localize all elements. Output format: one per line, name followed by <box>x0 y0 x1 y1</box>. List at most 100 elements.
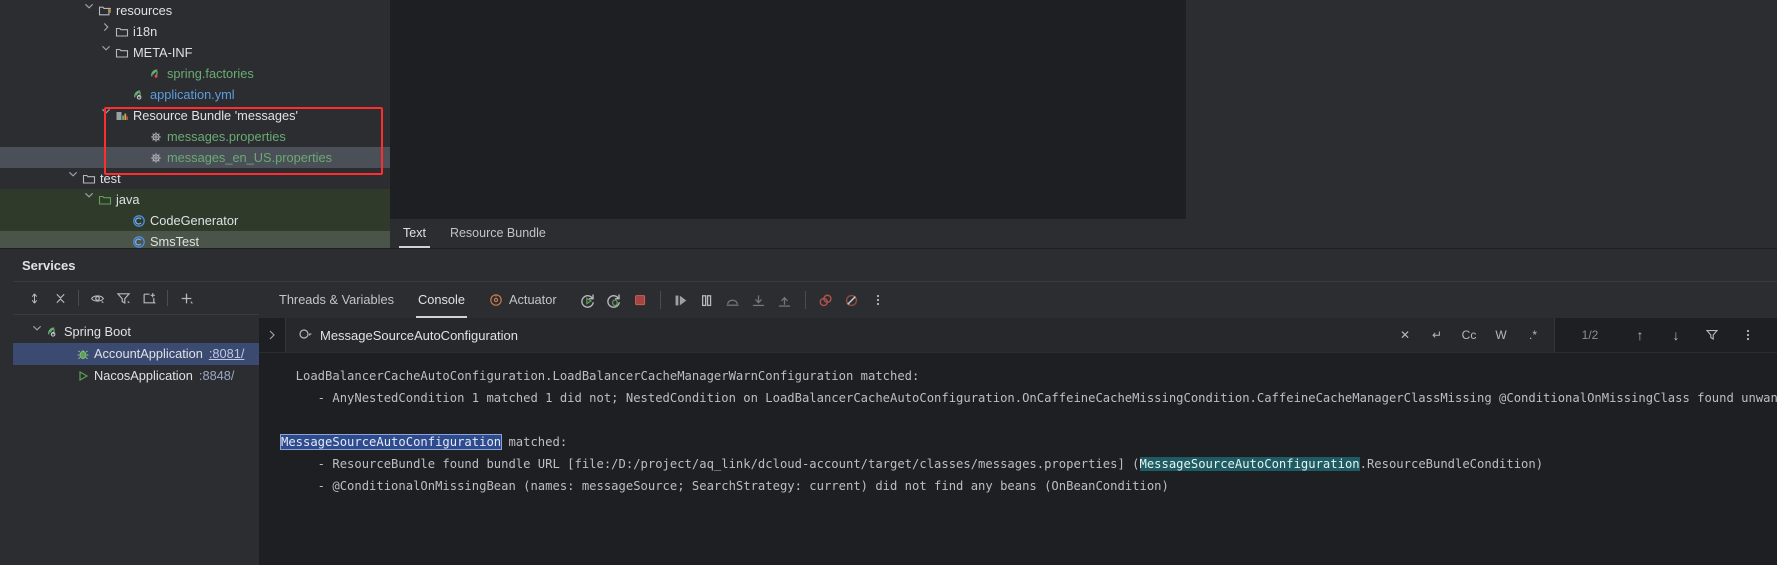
tree-row-label: SmsTest <box>150 234 200 248</box>
console-output[interactable]: LoadBalancerCacheAutoConfiguration.LoadB… <box>259 353 1777 565</box>
tree-row[interactable]: META-INF <box>0 42 390 63</box>
chevron-down-icon[interactable] <box>67 168 80 189</box>
search-match: MessageSourceAutoConfiguration <box>1139 457 1360 471</box>
search-icon <box>298 328 312 342</box>
show-hide-icon[interactable] <box>84 285 110 311</box>
tree-row-label: spring.factories <box>167 66 254 81</box>
service-row[interactable]: NacosApplication:8848/ <box>13 365 259 387</box>
console-line: LoadBalancerCacheAutoConfiguration.LoadB… <box>259 365 1777 387</box>
search-input-wrapper[interactable]: MessageSourceAutoConfiguration <box>286 318 1390 352</box>
service-label: AccountApplication <box>94 346 203 361</box>
next-match-icon[interactable]: ↓ <box>1661 324 1691 346</box>
tree-row[interactable]: Resource Bundle 'messages' <box>0 105 390 126</box>
view-breakpoints-icon[interactable] <box>813 287 839 313</box>
folder-green-icon <box>96 193 113 207</box>
match-case-toggle[interactable]: Cc <box>1454 324 1484 346</box>
vertical-splitter[interactable] <box>390 0 391 219</box>
tree-row[interactable]: messages_en_US.properties <box>0 147 390 168</box>
toolbar-separator <box>804 291 806 309</box>
expand-collapse-icon[interactable] <box>21 285 47 311</box>
stop-icon[interactable] <box>627 287 653 313</box>
tree-row[interactable]: resources <box>0 0 390 21</box>
chevron-right-icon[interactable] <box>100 21 113 42</box>
filter-icon[interactable] <box>110 285 136 311</box>
lower-split: Spring Boot AccountApplication:8081/Nacos… <box>0 281 1777 565</box>
editor-tab-text[interactable]: Text <box>391 219 438 248</box>
console-tab-threads-variables[interactable]: Threads & Variables <box>267 282 406 318</box>
prev-match-icon[interactable]: ↑ <box>1625 324 1655 346</box>
chevron-down-icon[interactable] <box>31 321 44 343</box>
service-row[interactable]: Spring Boot <box>13 321 259 343</box>
new-line-icon[interactable]: ↵ <box>1422 324 1452 346</box>
more-icon[interactable] <box>1733 324 1763 346</box>
editor-tab-bar[interactable]: Text Resource Bundle <box>391 219 1777 248</box>
services-toolbar[interactable] <box>13 282 259 315</box>
tree-row[interactable]: test <box>0 168 390 189</box>
chevron-down-icon[interactable] <box>83 189 96 210</box>
regex-toggle[interactable]: .* <box>1518 324 1548 346</box>
mute-breakpoints-icon[interactable] <box>839 287 865 313</box>
tree-row-label: Resource Bundle 'messages' <box>133 108 298 123</box>
step-into-icon[interactable] <box>746 287 772 313</box>
more-options-icon[interactable] <box>865 287 891 313</box>
actuator-icon <box>489 293 503 307</box>
services-panel: Spring Boot AccountApplication:8081/Nacos… <box>13 281 260 552</box>
rerun-debug-icon[interactable] <box>601 287 627 313</box>
tree-row[interactable]: SmsTest <box>0 231 390 248</box>
run-play-icon <box>74 369 91 383</box>
tree-row-label: java <box>116 192 140 207</box>
tree-row[interactable]: spring.factories <box>0 63 390 84</box>
service-label: Spring Boot <box>64 324 131 339</box>
services-tool-window-header[interactable]: Services <box>0 248 1777 281</box>
tree-row[interactable]: i18n <box>0 21 390 42</box>
chevron-down-icon[interactable] <box>100 105 113 126</box>
chevron-down-icon[interactable] <box>100 42 113 63</box>
pause-program-icon[interactable] <box>694 287 720 313</box>
idea-window: resources i18n META-INF spring.factories app… <box>0 0 1777 565</box>
step-over-icon[interactable] <box>720 287 746 313</box>
search-navigation[interactable]: ↑ ↓ <box>1625 324 1777 346</box>
search-match-current: MessageSourceAutoConfiguration <box>279 434 503 450</box>
console-tab-label: Threads & Variables <box>279 292 394 307</box>
class-icon <box>130 214 147 228</box>
step-out-icon[interactable] <box>772 287 798 313</box>
services-tree[interactable]: Spring Boot AccountApplication:8081/Nacos… <box>13 315 259 387</box>
tree-row[interactable]: java <box>0 189 390 210</box>
folder-icon <box>80 172 97 186</box>
tree-row-label: application.yml <box>150 87 235 102</box>
collapse-all-icon[interactable] <box>47 285 73 311</box>
service-label: NacosApplication <box>94 368 193 383</box>
tree-row-label: CodeGenerator <box>150 213 239 228</box>
filter-icon[interactable] <box>1697 324 1727 346</box>
open-in-new-window-icon[interactable] <box>136 285 162 311</box>
console-line: - AnyNestedCondition 1 matched 1 did not… <box>259 387 1777 409</box>
editor-tab-resource-bundle[interactable]: Resource Bundle <box>438 219 558 248</box>
words-toggle[interactable]: W <box>1486 324 1516 346</box>
service-port-link[interactable]: :8848/ <box>193 365 235 387</box>
service-row[interactable]: AccountApplication:8081/ <box>13 343 259 365</box>
console-search-bar[interactable]: MessageSourceAutoConfiguration ✕ ↵ Cc W .* 1… <box>259 318 1777 353</box>
console-tab-bar[interactable]: Threads & Variables Console Actuator <box>259 281 1777 318</box>
service-port-link[interactable]: :8081/ <box>203 343 245 365</box>
search-controls[interactable]: ✕ ↵ Cc W .* <box>1390 318 1554 352</box>
tree-row[interactable]: messages.properties <box>0 126 390 147</box>
console-text: - ResourceBundle found bundle URL [file:… <box>281 457 1140 471</box>
tree-row[interactable]: application.yml <box>0 84 390 105</box>
search-input[interactable]: MessageSourceAutoConfiguration <box>320 328 518 343</box>
search-match-count: 1/2 <box>1581 328 1599 342</box>
tree-row[interactable]: CodeGenerator <box>0 210 390 231</box>
console-text: - AnyNestedCondition 1 matched 1 did not… <box>281 391 1777 405</box>
expand-search-icon[interactable] <box>259 330 285 340</box>
toolbar-separator <box>659 291 661 309</box>
clear-search-icon[interactable]: ✕ <box>1390 324 1420 346</box>
add-service-icon[interactable] <box>173 285 199 311</box>
console-line: - ResourceBundle found bundle URL [file:… <box>259 453 1777 475</box>
console-tab-console[interactable]: Console <box>406 282 477 318</box>
console-area: Threads & Variables Console Actuator Messa… <box>259 281 1777 565</box>
console-tab-actuator[interactable]: Actuator <box>477 282 569 318</box>
rerun-icon[interactable] <box>575 287 601 313</box>
project-tree[interactable]: resources i18n META-INF spring.factories app… <box>0 0 390 248</box>
resume-program-icon[interactable] <box>668 287 694 313</box>
resource-bundle-icon <box>113 109 130 123</box>
chevron-down-icon[interactable] <box>83 0 96 21</box>
